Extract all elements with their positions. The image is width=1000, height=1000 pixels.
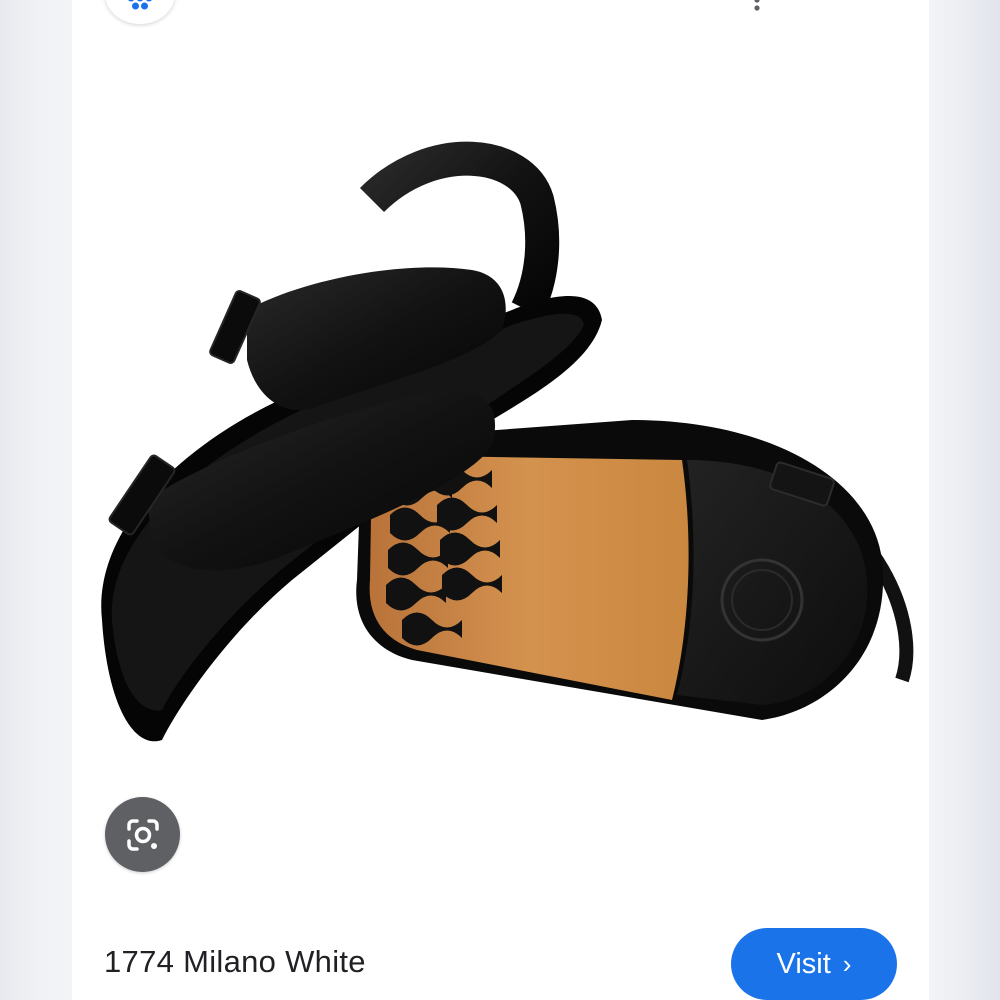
product-title: 1774 Milano White xyxy=(104,944,366,979)
more-vert-icon[interactable] xyxy=(745,0,769,12)
chevron-right-icon: › xyxy=(842,949,852,979)
source-logo-icon xyxy=(128,0,152,10)
visit-button[interactable]: Visit › xyxy=(731,928,897,1000)
close-icon[interactable] xyxy=(838,0,874,12)
product-image[interactable] xyxy=(72,60,929,820)
lens-button[interactable] xyxy=(105,797,180,872)
visit-button-label: Visit xyxy=(776,947,831,980)
google-lens-icon xyxy=(126,818,159,851)
